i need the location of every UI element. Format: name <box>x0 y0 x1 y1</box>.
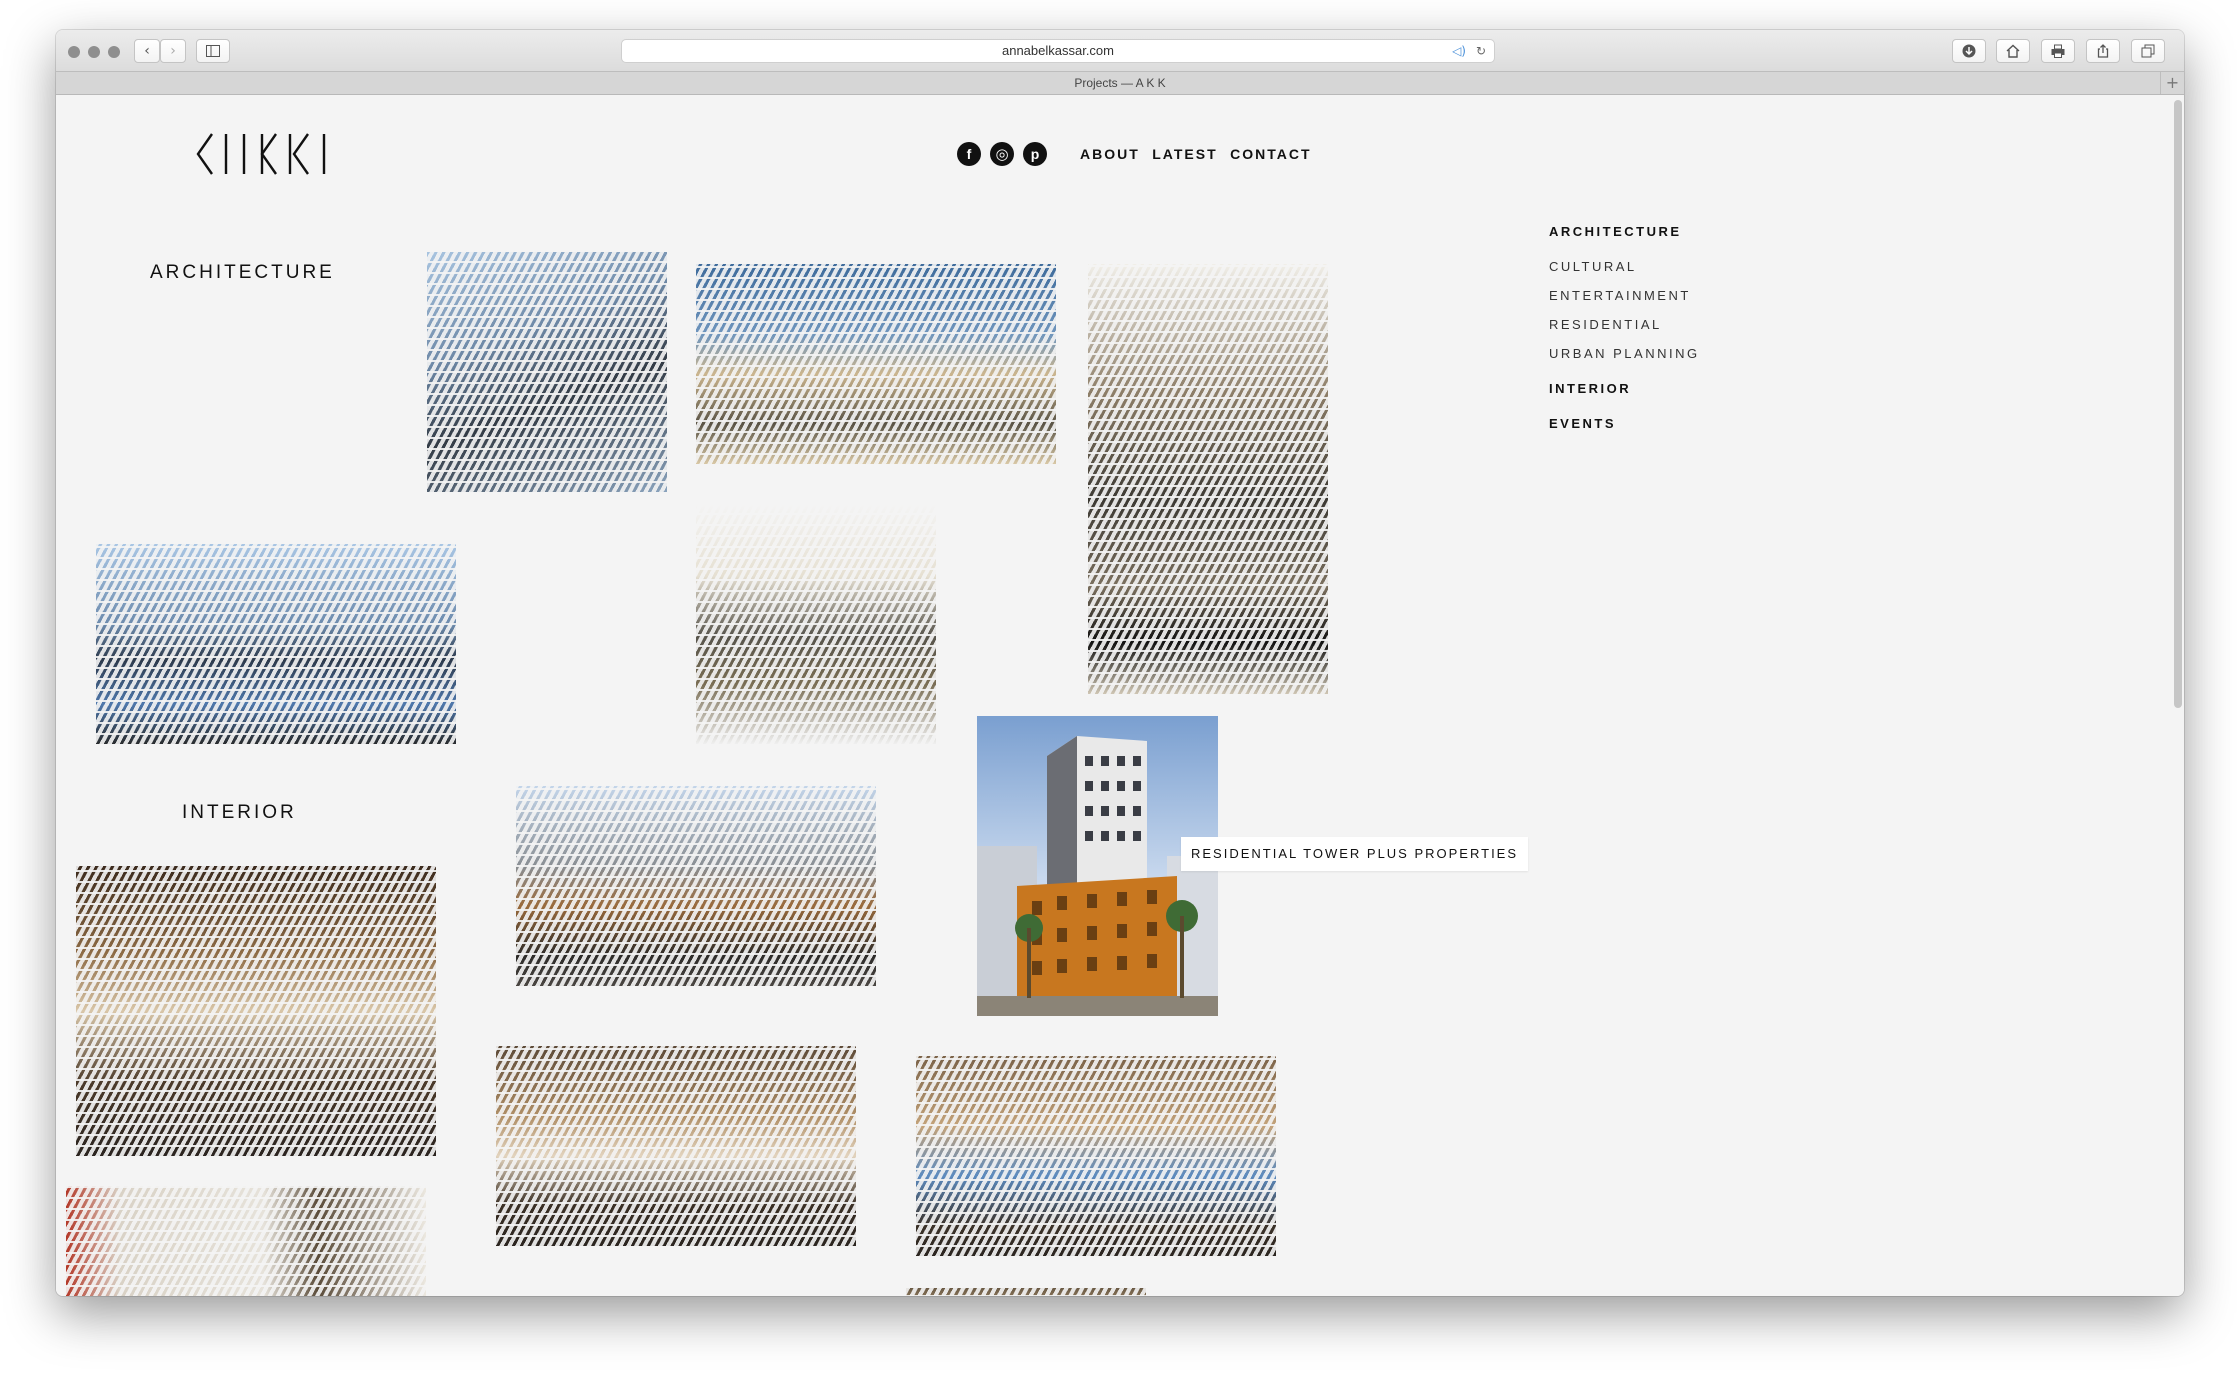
section-title-architecture[interactable]: ARCHITECTURE <box>150 262 335 284</box>
browser-toolbar: ‹ › annabelkassar.com ◁) ↻ <box>56 30 2184 72</box>
minimize-window-button[interactable] <box>88 46 100 58</box>
project-tile[interactable] <box>696 264 1056 464</box>
sidebar-item-cultural[interactable]: CULTURAL <box>1549 259 1700 274</box>
top-nav: ABOUT LATEST CONTACT <box>1080 146 1320 164</box>
page-scrollbar[interactable] <box>2174 100 2182 708</box>
sidebar-item-residential[interactable]: RESIDENTIAL <box>1549 317 1700 332</box>
logo-mark <box>196 133 326 175</box>
page-content: f ◎ p ABOUT LATEST CONTACT ARCHITECTURE … <box>56 96 2184 1296</box>
chevron-right-icon: › <box>170 43 176 59</box>
sidebar-item-interior[interactable]: INTERIOR <box>1549 381 1700 396</box>
tab-bar: Projects — A K K + <box>56 72 2184 95</box>
home-icon <box>2006 44 2020 58</box>
sidebar-item-architecture[interactable]: ARCHITECTURE <box>1549 224 1700 239</box>
download-button[interactable] <box>1952 39 1986 63</box>
sidebar-item-urban-planning[interactable]: URBAN PLANNING <box>1549 346 1700 361</box>
project-tile[interactable] <box>496 1046 856 1246</box>
pinterest-icon[interactable]: p <box>1023 142 1047 166</box>
download-icon <box>1962 44 1976 58</box>
home-button[interactable] <box>1996 39 2030 63</box>
project-tile[interactable] <box>96 544 456 744</box>
project-tile[interactable] <box>1088 264 1328 694</box>
zoom-window-button[interactable] <box>108 46 120 58</box>
facebook-icon[interactable]: f <box>957 142 981 166</box>
project-tile[interactable] <box>66 1186 426 1296</box>
share-icon <box>2097 44 2109 58</box>
forward-button[interactable]: › <box>160 39 186 63</box>
nav-latest[interactable]: LATEST <box>1152 146 1217 162</box>
nav-about[interactable]: ABOUT <box>1080 146 1140 162</box>
show-tabs-button[interactable] <box>2131 39 2165 63</box>
nav-contact[interactable]: CONTACT <box>1230 146 1311 162</box>
print-icon <box>2051 44 2065 58</box>
print-button[interactable] <box>2041 39 2075 63</box>
sidebar-item-entertainment[interactable]: ENTERTAINMENT <box>1549 288 1700 303</box>
project-tile[interactable] <box>76 866 436 1156</box>
url-text: annabelkassar.com <box>1001 43 1114 58</box>
project-tile[interactable] <box>906 1288 1146 1296</box>
sidebar-toggle-button[interactable] <box>196 39 230 63</box>
tab-title[interactable]: Projects — A K K <box>1074 76 1165 90</box>
browser-window: ‹ › annabelkassar.com ◁) ↻ Projects — A … <box>56 30 2184 1296</box>
close-window-button[interactable] <box>68 46 80 58</box>
new-tab-button[interactable]: + <box>2160 72 2184 94</box>
back-button[interactable]: ‹ <box>134 39 160 63</box>
share-button[interactable] <box>2086 39 2120 63</box>
sidebar-item-events[interactable]: EVENTS <box>1549 416 1700 431</box>
instagram-icon[interactable]: ◎ <box>990 142 1014 166</box>
section-title-interior[interactable]: INTERIOR <box>182 802 297 824</box>
project-tile[interactable] <box>916 1056 1276 1256</box>
address-bar[interactable]: annabelkassar.com ◁) ↻ <box>621 39 1495 63</box>
project-tile[interactable] <box>696 504 936 744</box>
chevron-left-icon: ‹ <box>144 43 150 59</box>
speaker-icon[interactable]: ◁) <box>1452 40 1466 62</box>
reload-icon[interactable]: ↻ <box>1476 40 1486 62</box>
project-tile[interactable] <box>516 786 876 986</box>
akk-logo[interactable] <box>196 132 340 181</box>
project-tile[interactable] <box>427 252 667 492</box>
sidebar-icon <box>206 45 220 57</box>
project-hover-label[interactable]: RESIDENTIAL TOWER PLUS PROPERTIES <box>1181 837 1529 871</box>
category-sidebar: ARCHITECTURE CULTURAL ENTERTAINMENT RESI… <box>1549 224 1700 451</box>
tabs-icon <box>2141 44 2155 58</box>
